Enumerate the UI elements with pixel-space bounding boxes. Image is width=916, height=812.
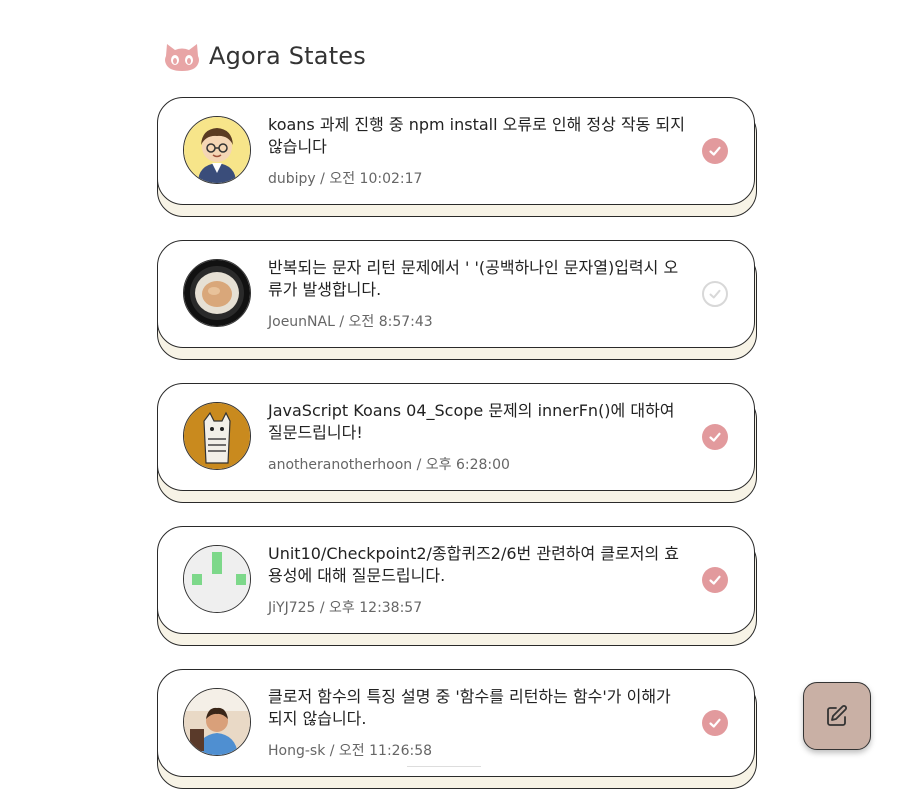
avatar bbox=[183, 116, 251, 184]
discussion-item[interactable]: koans 과제 진행 중 npm install 오류로 인해 정상 작동 되… bbox=[157, 97, 757, 240]
discussion-meta: anotheranotherhoon / 오후 6:28:00 bbox=[268, 457, 510, 473]
octocat-icon bbox=[165, 44, 199, 71]
discussion-card[interactable]: koans 과제 진행 중 npm install 오류로 인해 정상 작동 되… bbox=[157, 97, 755, 205]
edit-icon bbox=[827, 705, 847, 726]
discussion-item[interactable]: 반복되는 문자 리턴 문제에서 ' '(공백하나인 문자열)입력시 오류가 발생… bbox=[157, 240, 757, 383]
cartoon-boy-avatar bbox=[184, 117, 250, 183]
discussion-meta: Hong-sk / 오전 11:26:58 bbox=[268, 743, 433, 759]
identicon-avatar bbox=[184, 546, 250, 612]
discussion-title[interactable]: 반복되는 문자 리턴 문제에서 ' '(공백하나인 문자열)입력시 오류가 발생… bbox=[268, 257, 686, 301]
cat-drawing-avatar bbox=[184, 403, 250, 469]
discussion-item[interactable]: JavaScript Koans 04_Scope 문제의 innerFn()에… bbox=[157, 383, 757, 526]
bowl-photo-avatar bbox=[184, 260, 250, 326]
discussion-card[interactable]: 반복되는 문자 리턴 문제에서 ' '(공백하나인 문자열)입력시 오류가 발생… bbox=[157, 240, 755, 348]
write-discussion-button[interactable] bbox=[803, 682, 871, 750]
discussion-item[interactable]: 클로저 함수의 특징 설명 중 '함수를 리턴하는 함수'가 이해가 되지 않습… bbox=[157, 669, 757, 812]
answered-check-icon bbox=[702, 138, 728, 164]
discussion-title[interactable]: 클로저 함수의 특징 설명 중 '함수를 리턴하는 함수'가 이해가 되지 않습… bbox=[268, 686, 686, 730]
discussion-card[interactable]: JavaScript Koans 04_Scope 문제의 innerFn()에… bbox=[157, 383, 755, 491]
discussion-meta: dubipy / 오전 10:02:17 bbox=[268, 171, 423, 187]
discussion-meta: JiYJ725 / 오후 12:38:57 bbox=[268, 600, 423, 616]
avatar bbox=[183, 688, 251, 756]
discussion-meta: JoeunNAL / 오전 8:57:43 bbox=[268, 314, 433, 330]
discussion-card[interactable]: Unit10/Checkpoint2/종합퀴즈2/6번 관련하여 클로저의 효용… bbox=[157, 526, 755, 634]
avatar bbox=[183, 545, 251, 613]
answered-check-icon bbox=[702, 567, 728, 593]
answered-check-icon bbox=[702, 424, 728, 450]
avatar bbox=[183, 402, 251, 470]
discussion-list: koans 과제 진행 중 npm install 오류로 인해 정상 작동 되… bbox=[157, 97, 757, 812]
person-photo-avatar bbox=[184, 689, 250, 755]
scroll-indicator bbox=[407, 766, 481, 771]
avatar bbox=[183, 259, 251, 327]
discussion-title[interactable]: Unit10/Checkpoint2/종합퀴즈2/6번 관련하여 클로저의 효용… bbox=[268, 543, 686, 587]
discussion-title[interactable]: JavaScript Koans 04_Scope 문제의 innerFn()에… bbox=[268, 400, 686, 444]
app-title: Agora States bbox=[209, 42, 366, 70]
answered-check-icon bbox=[702, 710, 728, 736]
discussion-title[interactable]: koans 과제 진행 중 npm install 오류로 인해 정상 작동 되… bbox=[268, 114, 686, 158]
discussion-item[interactable]: Unit10/Checkpoint2/종합퀴즈2/6번 관련하여 클로저의 효용… bbox=[157, 526, 757, 669]
app-header: Agora States bbox=[163, 40, 366, 72]
discussion-card[interactable]: 클로저 함수의 특징 설명 중 '함수를 리턴하는 함수'가 이해가 되지 않습… bbox=[157, 669, 755, 777]
unanswered-check-icon bbox=[702, 281, 728, 307]
